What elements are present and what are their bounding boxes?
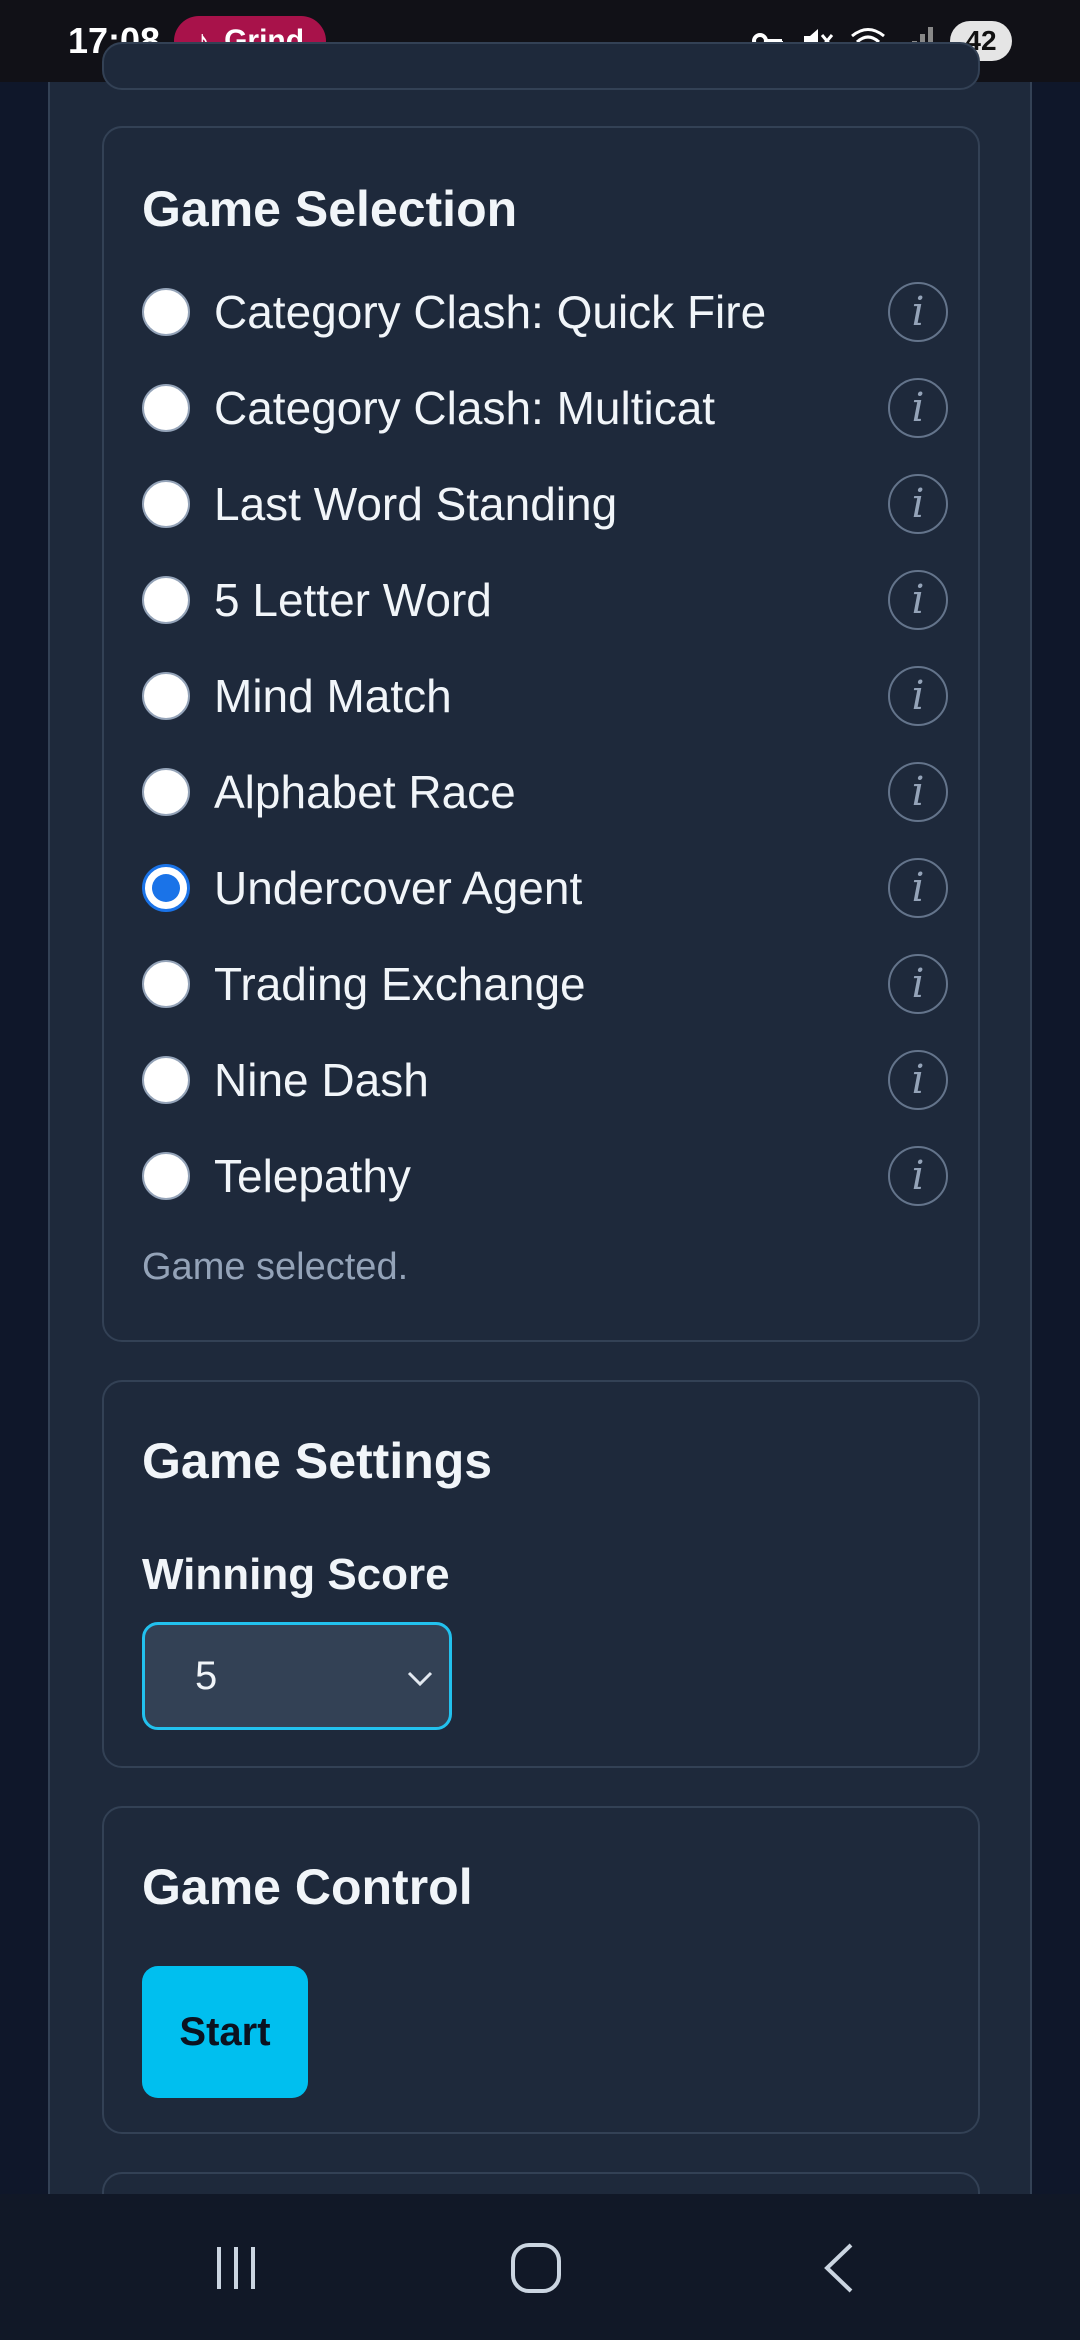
- radio-button[interactable]: [142, 672, 190, 720]
- info-icon[interactable]: i: [888, 1050, 948, 1110]
- radio-button[interactable]: [142, 384, 190, 432]
- radio-button[interactable]: [142, 480, 190, 528]
- game-option-selected[interactable]: Undercover Agent i: [142, 840, 948, 936]
- game-option-label: Telepathy: [214, 1150, 411, 1202]
- selection-status: Game selected.: [142, 1246, 409, 1288]
- game-option[interactable]: Category Clash: Quick Fire i: [142, 264, 948, 360]
- game-list: Category Clash: Quick Fire i Category Cl…: [142, 264, 948, 1224]
- info-icon[interactable]: i: [888, 570, 948, 630]
- winning-score-value: 5: [195, 1653, 218, 1698]
- home-icon: [511, 2243, 561, 2293]
- info-icon[interactable]: i: [888, 762, 948, 822]
- winning-score-select[interactable]: 5: [142, 1622, 452, 1730]
- radio-button[interactable]: [142, 960, 190, 1008]
- game-settings-card: Game Settings Winning Score 5: [102, 1380, 980, 1768]
- radio-button[interactable]: [142, 576, 190, 624]
- game-option-label: Mind Match: [214, 670, 452, 722]
- info-icon[interactable]: i: [888, 858, 948, 918]
- game-option-label: Last Word Standing: [214, 478, 618, 530]
- game-option-label: Trading Exchange: [214, 958, 586, 1010]
- game-option[interactable]: Category Clash: Multicat i: [142, 360, 948, 456]
- game-option[interactable]: Trading Exchange i: [142, 936, 948, 1032]
- info-icon[interactable]: i: [888, 1146, 948, 1206]
- game-option[interactable]: Last Word Standing i: [142, 456, 948, 552]
- info-icon[interactable]: i: [888, 282, 948, 342]
- start-button[interactable]: Start: [142, 1966, 308, 2098]
- game-option-label: 5 Letter Word: [214, 574, 492, 626]
- info-icon[interactable]: i: [888, 666, 948, 726]
- main-panel: Game Selection Category Clash: Quick Fir…: [48, 42, 1032, 2252]
- home-button[interactable]: [496, 2236, 576, 2300]
- info-icon[interactable]: i: [888, 954, 948, 1014]
- chevron-down-icon: [407, 1671, 433, 1687]
- game-option[interactable]: Nine Dash i: [142, 1032, 948, 1128]
- info-icon[interactable]: i: [888, 378, 948, 438]
- radio-button[interactable]: [142, 1152, 190, 1200]
- game-option-label: Category Clash: Multicat: [214, 382, 716, 434]
- game-option-label: Alphabet Race: [214, 766, 516, 818]
- game-option[interactable]: 5 Letter Word i: [142, 552, 948, 648]
- game-selection-title: Game Selection: [142, 181, 518, 237]
- game-option[interactable]: Mind Match i: [142, 648, 948, 744]
- info-icon[interactable]: i: [888, 474, 948, 534]
- previous-card: [102, 42, 980, 90]
- navigation-bar: [0, 2194, 1080, 2340]
- radio-button[interactable]: [142, 768, 190, 816]
- game-option-label: Category Clash: Quick Fire: [214, 286, 767, 338]
- game-control-title: Game Control: [142, 1859, 473, 1915]
- game-option-label: Nine Dash: [214, 1054, 429, 1106]
- recent-apps-icon: [217, 2247, 255, 2289]
- game-option-label: Undercover Agent: [214, 862, 583, 914]
- game-settings-title: Game Settings: [142, 1433, 493, 1489]
- game-option[interactable]: Telepathy i: [142, 1128, 948, 1224]
- back-button[interactable]: [800, 2236, 880, 2300]
- radio-button[interactable]: [142, 1056, 190, 1104]
- game-selection-card: Game Selection Category Clash: Quick Fir…: [102, 126, 980, 1342]
- radio-button-checked[interactable]: [142, 864, 190, 912]
- game-control-card: Game Control Start: [102, 1806, 980, 2134]
- back-icon: [824, 2243, 853, 2293]
- recent-apps-button[interactable]: [196, 2236, 276, 2300]
- game-option[interactable]: Alphabet Race i: [142, 744, 948, 840]
- winning-score-label: Winning Score: [142, 1550, 450, 1599]
- radio-button[interactable]: [142, 288, 190, 336]
